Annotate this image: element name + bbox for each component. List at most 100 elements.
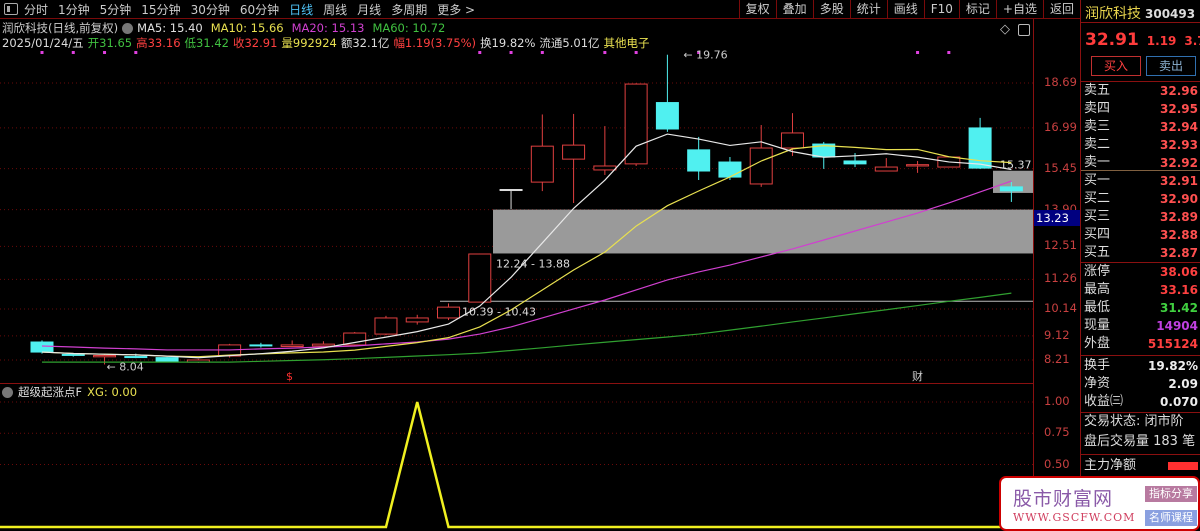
y-tick-label: 11.26	[1044, 271, 1077, 286]
candle-body	[468, 253, 492, 303]
row-label: 买一	[1084, 173, 1111, 188]
stat-row: 最高 33.16	[1084, 281, 1198, 299]
candle-body	[780, 132, 804, 149]
fin-row: 收益㈢ 0.070	[1084, 393, 1198, 411]
candle-body	[999, 186, 1023, 192]
indicator-y-tick: 0.50	[1044, 456, 1070, 471]
signal-dot	[540, 51, 544, 54]
candle-body	[280, 344, 304, 348]
bid-row: 买一 32.91	[1084, 172, 1198, 190]
candle-body	[687, 149, 711, 172]
y-tick-label: 15.45	[1044, 160, 1077, 175]
candle-body	[593, 165, 617, 171]
row-value: 32.96	[1160, 84, 1198, 98]
watermark-tag: 指标分享	[1145, 486, 1197, 502]
sell-button[interactable]: 卖出	[1146, 56, 1196, 76]
row-value: 32.91	[1160, 174, 1198, 188]
trade-status: 交易状态: 闭市阶	[1084, 414, 1184, 429]
row-value: 515124	[1147, 337, 1198, 351]
row-label: 最低	[1084, 300, 1111, 315]
candle-body	[718, 161, 742, 178]
price-row: 32.91 1.19 3.75%	[1085, 30, 1200, 50]
fin-row: 净资 2.09	[1084, 375, 1198, 393]
candle-body	[374, 317, 398, 335]
candle-body	[562, 144, 586, 160]
y-tick-label: 9.12	[1044, 327, 1070, 342]
row-label: 收益㈢	[1084, 394, 1124, 409]
dropdown-icon[interactable]	[2, 386, 13, 398]
dollar-marker[interactable]: $	[286, 370, 293, 383]
row-value: 32.93	[1160, 138, 1198, 152]
row-label: 买三	[1084, 209, 1111, 224]
candle-body	[624, 83, 648, 165]
xg-value: XG: 0.00	[87, 385, 138, 399]
candle-body	[30, 341, 54, 353]
stat-row: 外盘 515124	[1084, 335, 1198, 353]
pane-divider	[0, 383, 1033, 384]
low-label: ← 8.04	[107, 360, 144, 373]
toolbar-button[interactable]: 返回	[1042, 0, 1080, 19]
ask-row: 卖二 32.93	[1084, 136, 1198, 154]
stock-name: 润欣科技 300493	[1085, 3, 1195, 23]
indicator-title[interactable]: 超级起涨点F	[18, 384, 82, 400]
row-value: 32.87	[1160, 246, 1198, 260]
finance-marker[interactable]: 财	[912, 369, 923, 383]
buy-button[interactable]: 买入	[1091, 56, 1141, 76]
candle-body	[311, 343, 335, 347]
row-label: 卖五	[1084, 83, 1111, 98]
row-label: 买五	[1084, 245, 1111, 260]
stock-code: 300493	[1145, 7, 1196, 21]
row-label: 卖三	[1084, 119, 1111, 134]
price-pct: 3.75%	[1184, 34, 1200, 48]
ma60-line	[42, 292, 1012, 363]
y-tick-label: 12.51	[1044, 238, 1077, 253]
row-value: 0.070	[1160, 395, 1198, 409]
candle-body	[499, 189, 523, 192]
ask-row: 卖四 32.95	[1084, 100, 1198, 118]
y-tick-label: 16.99	[1044, 119, 1077, 134]
candle-body	[749, 147, 773, 185]
candle-body	[968, 127, 992, 169]
candle-body	[437, 306, 461, 319]
box-label: 15.37	[1000, 159, 1032, 172]
row-value: 38.06	[1160, 265, 1198, 279]
row-label: 卖二	[1084, 137, 1111, 152]
bid-row: 买二 32.90	[1084, 190, 1198, 208]
current-price-tag: 13.23	[1034, 210, 1080, 226]
y-tick-label: 18.69	[1044, 75, 1077, 89]
row-value: 32.90	[1160, 192, 1198, 206]
row-label: 卖四	[1084, 101, 1111, 116]
signal-dot	[916, 51, 920, 54]
bid-row: 买四 32.88	[1084, 226, 1198, 244]
row-label: 外盘	[1084, 336, 1111, 351]
price-axis-line	[1033, 19, 1034, 531]
diamond-icon[interactable]: ◇	[1000, 22, 1010, 37]
row-label: 买四	[1084, 227, 1111, 242]
ask-row: 卖五 32.96	[1084, 82, 1198, 100]
bid-row: 买五 32.87	[1084, 244, 1198, 262]
price-change: 1.19	[1146, 34, 1177, 48]
fin-row: 换手 19.82%	[1084, 357, 1198, 375]
kline-chart[interactable]: 12.24 - 13.8810.39 - 10.4315.37← 19.76← …	[0, 0, 1033, 531]
watermark-tag: 名师课程	[1145, 510, 1197, 526]
panel-toggle-icon[interactable]	[1018, 24, 1030, 36]
signal-dot	[947, 51, 951, 54]
y-tick-label: 10.14	[1044, 300, 1077, 315]
last-price: 32.91	[1085, 30, 1139, 50]
signal-dot	[134, 51, 138, 54]
indicator-y-tick: 0.75	[1044, 425, 1070, 440]
row-value: 32.88	[1160, 228, 1198, 242]
candle-body	[61, 353, 85, 356]
indicator-y-tick: 1.00	[1044, 394, 1070, 408]
main-net-bar	[1168, 462, 1198, 470]
signal-dot	[509, 51, 513, 54]
signal-dot	[71, 51, 75, 54]
candle-body	[343, 332, 367, 346]
row-value: 14904	[1156, 319, 1198, 333]
stat-row: 现量 14904	[1084, 317, 1198, 335]
after-hours-volume: 盘后交易量 183 笔	[1084, 434, 1196, 449]
candle-body	[655, 102, 679, 130]
row-value: 32.94	[1160, 120, 1198, 134]
candle-body	[249, 344, 273, 347]
row-label: 买二	[1084, 191, 1111, 206]
